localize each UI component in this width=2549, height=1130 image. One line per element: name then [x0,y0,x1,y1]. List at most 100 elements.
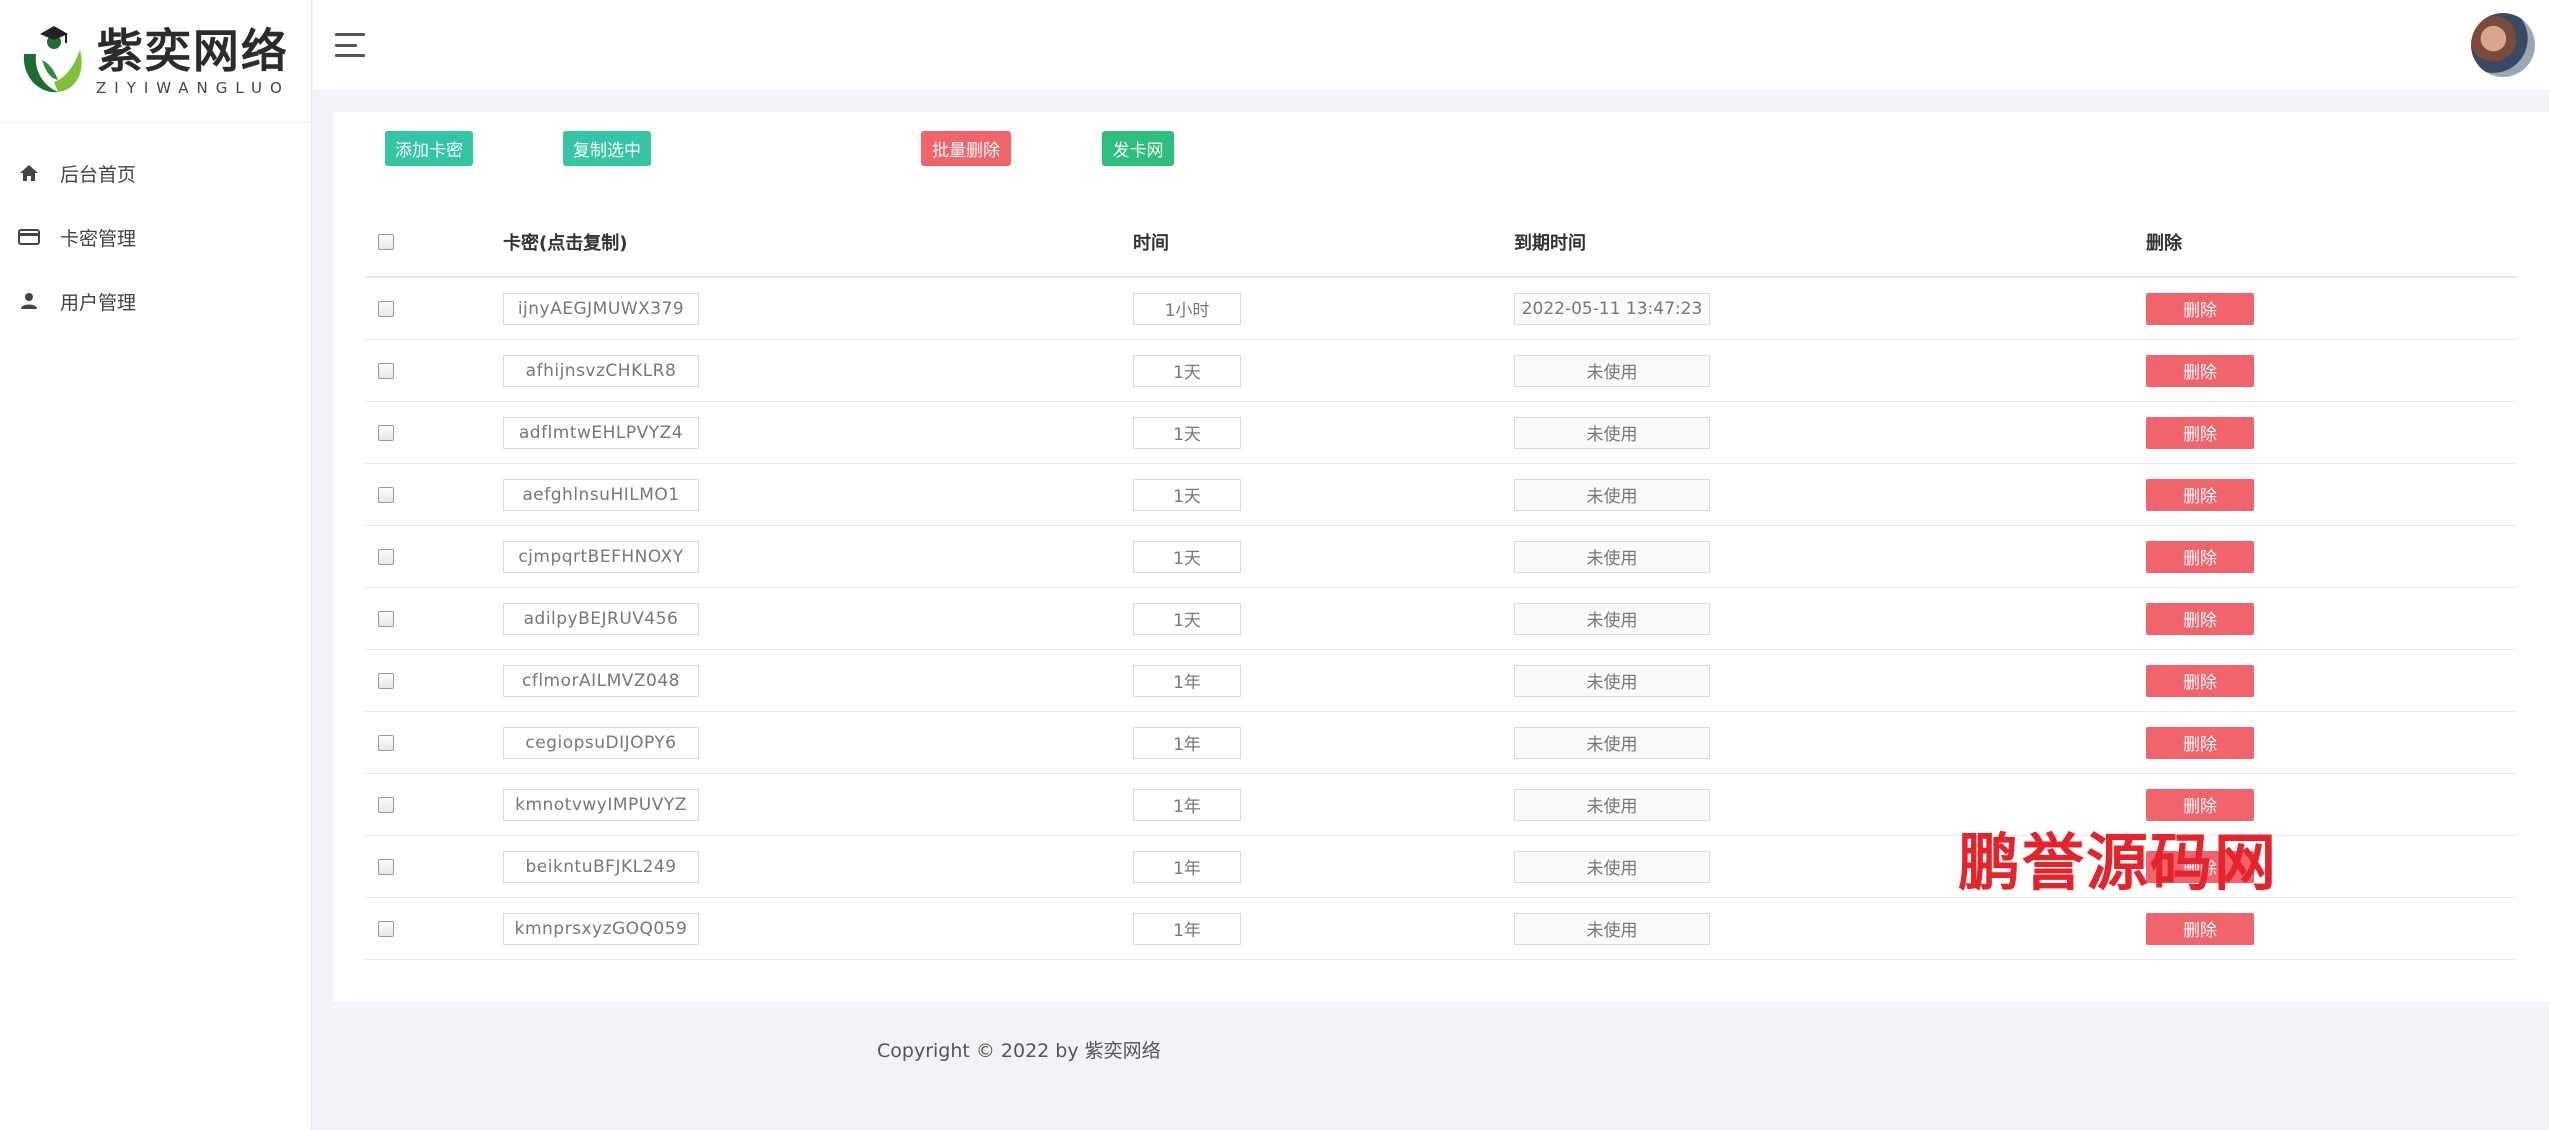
delete-button[interactable]: 删除 [2146,354,2254,387]
duration-field: 1天 [1133,354,1241,387]
row-select-cell [378,340,394,401]
row-checkbox[interactable] [378,672,394,689]
expire-cell: 未使用 [1514,898,1710,959]
brand-subtitle: ZIYIWANGLUO [96,79,290,97]
row-checkbox[interactable] [378,796,394,813]
table-row: cjmpqrtBEFHNOXY 1天 未使用 删除 [365,526,2517,588]
expire-cell: 未使用 [1514,712,1710,773]
header-time: 时间 [1133,233,1169,254]
expire-cell: 未使用 [1514,650,1710,711]
key-cell: cegiopsuDIJOPY6 [503,712,699,773]
delete-button[interactable]: 删除 [2146,912,2254,945]
duration-field: 1年 [1133,726,1241,759]
key-cell: cjmpqrtBEFHNOXY [503,526,699,587]
select-all-cell [378,208,394,276]
avatar[interactable] [2471,13,2535,77]
sidebar-item-label: 用户管理 [60,291,137,314]
time-cell: 1年 [1133,836,1241,897]
expire-cell: 未使用 [1514,340,1710,401]
row-checkbox[interactable] [378,734,394,751]
watermark-text: 鹏誉源码网 [1958,826,2279,899]
sidebar-item-label: 卡密管理 [60,227,137,250]
card-key-field[interactable]: cflmorAILMVZ048 [503,664,699,697]
sidebar-item-label: 后台首页 [60,163,137,186]
card-key-field[interactable]: cjmpqrtBEFHNOXY [503,540,699,573]
top-bar [313,0,2549,90]
sidebar-item-users[interactable]: 用户管理 [0,269,311,333]
delete-cell: 删除 [2146,898,2254,959]
home-icon [18,162,40,184]
row-checkbox[interactable] [378,362,394,379]
expire-field: 未使用 [1514,478,1710,511]
duration-field: 1小时 [1133,292,1241,325]
sidebar-item-cards[interactable]: 卡密管理 [0,205,311,269]
time-cell: 1年 [1133,712,1241,773]
card-key-field[interactable]: adilpyBEJRUV456 [503,602,699,635]
logo-icon [23,26,82,93]
key-cell: beikntuBFJKL249 [503,836,699,897]
batch-delete-button[interactable]: 批量删除 [921,131,1011,166]
header-expire: 到期时间 [1514,233,1586,254]
card-key-field[interactable]: aefghlnsuHILMO1 [503,478,699,511]
sidebar-item-home[interactable]: 后台首页 [0,141,311,205]
row-checkbox[interactable] [378,610,394,627]
card-key-field[interactable]: kmnotvwyIMPUVYZ [503,788,699,821]
duration-field: 1天 [1133,478,1241,511]
menu-toggle-icon[interactable] [335,33,365,57]
expire-cell: 未使用 [1514,526,1710,587]
delete-button[interactable]: 删除 [2146,292,2254,325]
row-checkbox[interactable] [378,486,394,503]
card-shop-button[interactable]: 发卡网 [1102,131,1174,166]
row-select-cell [378,464,394,525]
table-row: cegiopsuDIJOPY6 1年 未使用 删除 [365,712,2517,774]
card-key-field[interactable]: ijnyAEGJMUWX379 [503,292,699,325]
expire-field: 未使用 [1514,912,1710,945]
card-key-field[interactable]: beikntuBFJKL249 [503,850,699,883]
duration-field: 1年 [1133,912,1241,945]
row-checkbox[interactable] [378,920,394,937]
row-checkbox[interactable] [378,858,394,875]
duration-field: 1天 [1133,602,1241,635]
expire-field: 未使用 [1514,788,1710,821]
add-card-button[interactable]: 添加卡密 [385,131,473,166]
delete-button[interactable]: 删除 [2146,602,2254,635]
table-row: ijnyAEGJMUWX379 1小时 2022-05-11 13:47:23 删除 [365,278,2517,340]
card-list-panel: 添加卡密 复制选中 批量删除 发卡网 卡密(点击复制) 时间 到期时间 删除 i… [333,112,2549,1002]
row-checkbox[interactable] [378,300,394,317]
copy-selected-button[interactable]: 复制选中 [563,131,651,166]
time-cell: 1天 [1133,340,1241,401]
delete-button[interactable]: 删除 [2146,664,2254,697]
delete-cell: 删除 [2146,402,2254,463]
row-checkbox[interactable] [378,424,394,441]
delete-button[interactable]: 删除 [2146,416,2254,449]
user-icon [18,290,40,312]
key-cell: afhijnsvzCHKLR8 [503,340,699,401]
expire-cell: 未使用 [1514,588,1710,649]
time-cell: 1年 [1133,650,1241,711]
delete-button[interactable]: 删除 [2146,726,2254,759]
table-row: adilpyBEJRUV456 1天 未使用 删除 [365,588,2517,650]
expire-field: 未使用 [1514,602,1710,635]
card-icon [18,226,40,248]
delete-button[interactable]: 删除 [2146,540,2254,573]
card-key-field[interactable]: cegiopsuDIJOPY6 [503,726,699,759]
duration-field: 1年 [1133,850,1241,883]
card-key-field[interactable]: afhijnsvzCHKLR8 [503,354,699,387]
expire-field: 未使用 [1514,726,1710,759]
expire-field: 未使用 [1514,354,1710,387]
key-cell: kmnprsxyzGOQ059 [503,898,699,959]
card-key-field[interactable]: kmnprsxyzGOQ059 [503,912,699,945]
delete-cell: 删除 [2146,464,2254,525]
delete-button[interactable]: 删除 [2146,478,2254,511]
time-cell: 1年 [1133,774,1241,835]
footer-copyright: Copyright © 2022 by 紫奕网络 [877,1040,1161,1062]
table-header: 卡密(点击复制) 时间 到期时间 删除 [365,208,2517,278]
brand-logo[interactable]: 紫奕网络 ZIYIWANGLUO [0,0,311,123]
delete-cell: 删除 [2146,340,2254,401]
key-cell: ijnyAEGJMUWX379 [503,278,699,339]
select-all-checkbox[interactable] [378,234,394,250]
card-key-field[interactable]: adflmtwEHLPVYZ4 [503,416,699,449]
row-checkbox[interactable] [378,548,394,565]
sidebar: 紫奕网络 ZIYIWANGLUO 后台首页 卡密管理 用户管理 [0,0,312,1130]
row-select-cell [378,898,394,959]
